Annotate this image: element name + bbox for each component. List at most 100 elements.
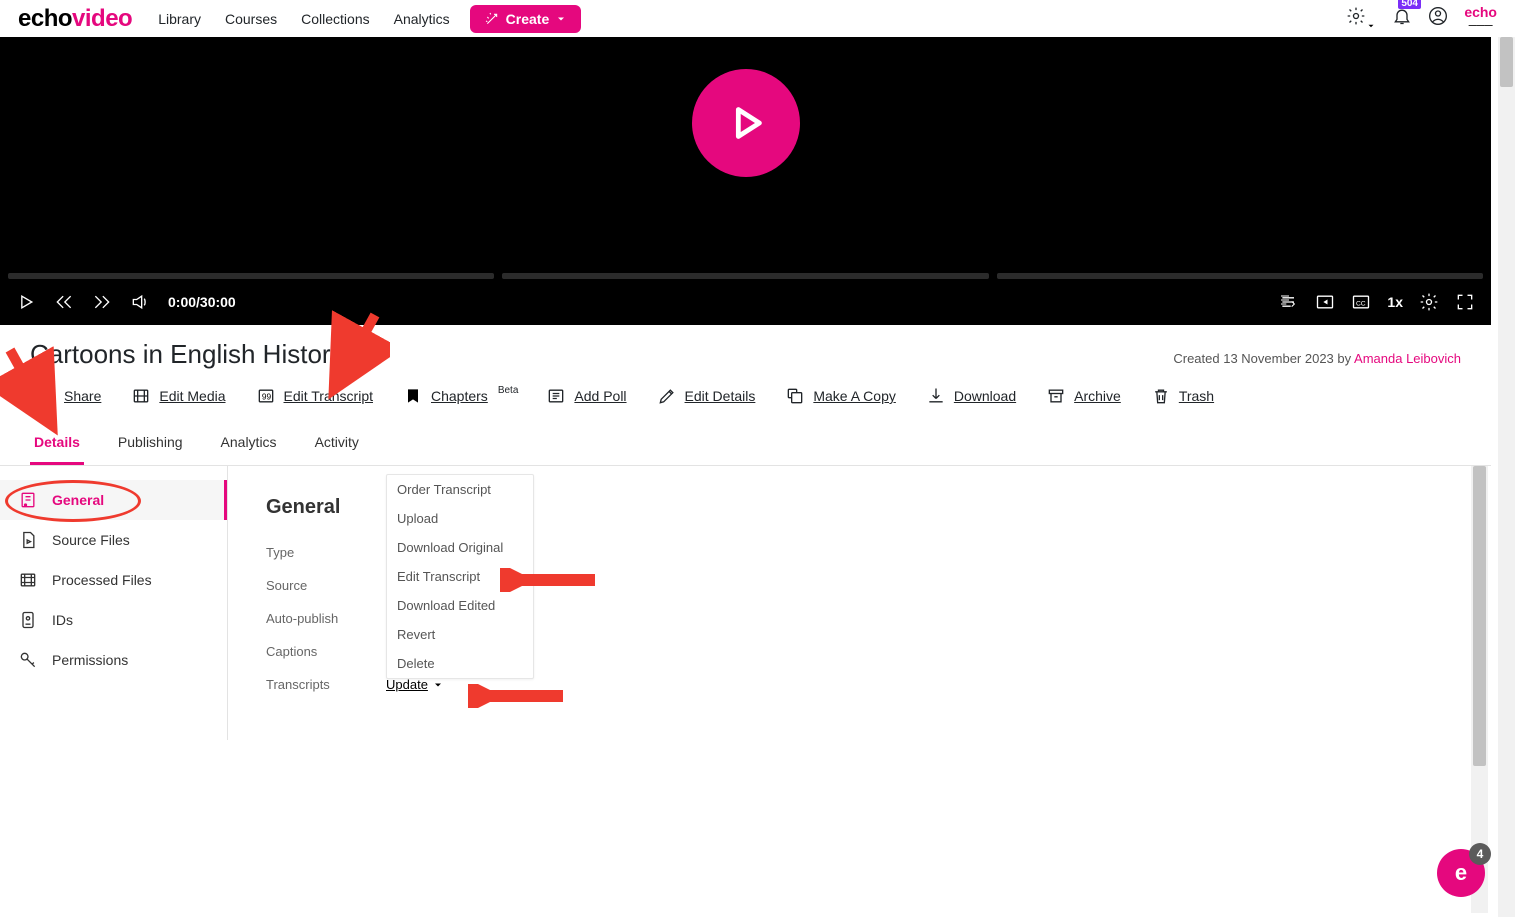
- edit-media-button[interactable]: Edit Media: [131, 386, 225, 406]
- title-bar: Cartoons in English History Created 13 N…: [0, 325, 1491, 374]
- chapters-button[interactable]: Chapters Beta: [403, 386, 516, 406]
- playlist-icon: [1279, 292, 1299, 312]
- field-autopublish-label: Auto-publish: [266, 611, 386, 626]
- pip-icon: [1315, 292, 1335, 312]
- pip-button[interactable]: [1315, 292, 1335, 312]
- play-icon: [723, 100, 769, 146]
- volume-icon: [130, 292, 150, 312]
- fullscreen-button[interactable]: [1455, 292, 1475, 312]
- field-transcripts-label: Transcripts: [266, 677, 386, 692]
- copy-icon: [785, 386, 805, 406]
- video-player: 0:00/30:00 CC 1x: [0, 37, 1491, 325]
- play-button[interactable]: [16, 292, 36, 312]
- archive-icon: [1046, 386, 1066, 406]
- forward-button[interactable]: [92, 292, 112, 312]
- chevron-down-icon: [432, 679, 444, 691]
- chat-count: 4: [1469, 843, 1491, 865]
- film-grid-icon: [18, 570, 38, 590]
- svg-text:99: 99: [261, 391, 271, 401]
- captions-button[interactable]: CC: [1351, 292, 1371, 312]
- id-icon: [18, 610, 38, 630]
- archive-button[interactable]: Archive: [1046, 386, 1121, 406]
- side-source-files[interactable]: Source Files: [0, 520, 227, 560]
- create-button[interactable]: Create: [470, 5, 582, 33]
- detail-tabs: Details Publishing Analytics Activity: [0, 424, 1491, 466]
- top-icons: 504 echo———: [1346, 6, 1497, 31]
- field-type-label: Type: [266, 545, 386, 560]
- media-title: Cartoons in English History: [30, 339, 344, 370]
- nav-collections[interactable]: Collections: [301, 11, 369, 27]
- gear-icon: [1346, 6, 1366, 26]
- menu-order-transcript[interactable]: Order Transcript: [387, 475, 533, 504]
- film-icon: [131, 386, 151, 406]
- volume-button[interactable]: [130, 292, 150, 312]
- caret-down-icon: [1366, 21, 1376, 31]
- account-button[interactable]: [1428, 6, 1448, 31]
- nav-links: Library Courses Collections Analytics: [158, 11, 449, 27]
- side-general-label: General: [52, 492, 104, 508]
- brand-badge[interactable]: echo———: [1464, 7, 1497, 30]
- nav-library[interactable]: Library: [158, 11, 201, 27]
- tab-publishing[interactable]: Publishing: [114, 424, 187, 465]
- field-captions-label: Captions: [266, 644, 386, 659]
- make-copy-button[interactable]: Make A Copy: [785, 386, 896, 406]
- edit-details-label: Edit Details: [685, 388, 756, 404]
- notifications-button[interactable]: 504: [1392, 6, 1412, 31]
- chapters-label: Chapters: [431, 388, 488, 404]
- file-video-icon: [18, 530, 38, 550]
- nav-courses[interactable]: Courses: [225, 11, 277, 27]
- tab-analytics[interactable]: Analytics: [217, 424, 281, 465]
- top-nav: echovideo Library Courses Collections An…: [0, 0, 1515, 37]
- side-general[interactable]: General: [0, 480, 227, 520]
- playlist-button[interactable]: [1279, 292, 1299, 312]
- menu-revert[interactable]: Revert: [387, 620, 533, 649]
- edit-details-button[interactable]: Edit Details: [657, 386, 756, 406]
- page-scrollbar[interactable]: [1498, 37, 1515, 917]
- menu-upload[interactable]: Upload: [387, 504, 533, 533]
- transcripts-update-button[interactable]: Update: [386, 677, 444, 692]
- menu-delete[interactable]: Delete: [387, 649, 533, 678]
- add-poll-button[interactable]: Add Poll: [546, 386, 626, 406]
- menu-download-original[interactable]: Download Original: [387, 533, 533, 562]
- side-ids-label: IDs: [52, 612, 73, 628]
- side-permissions[interactable]: Permissions: [0, 640, 227, 680]
- logo-part-1: echo: [18, 5, 72, 32]
- forward-icon: [92, 292, 112, 312]
- wand-icon: [484, 11, 500, 27]
- make-copy-label: Make A Copy: [813, 388, 896, 404]
- download-button[interactable]: Download: [926, 386, 1016, 406]
- details-sidebar: General Source Files Processed Files IDs…: [0, 466, 228, 740]
- user-circle-icon: [1428, 6, 1448, 26]
- update-label: Update: [386, 677, 428, 692]
- add-poll-label: Add Poll: [574, 388, 626, 404]
- chevron-down-icon: [555, 13, 567, 25]
- quality-button[interactable]: [1419, 292, 1439, 312]
- beta-badge: Beta: [498, 385, 519, 396]
- transcript-icon: 99: [256, 386, 276, 406]
- menu-download-edited[interactable]: Download Edited: [387, 591, 533, 620]
- nav-analytics[interactable]: Analytics: [394, 11, 450, 27]
- rewind-button[interactable]: [54, 292, 74, 312]
- notification-badge: 504: [1398, 0, 1421, 9]
- side-processed-files[interactable]: Processed Files: [0, 560, 227, 600]
- logo-part-2: video: [72, 5, 132, 32]
- chat-letter: e: [1455, 860, 1467, 886]
- author-link[interactable]: Amanda Leibovich: [1354, 351, 1461, 366]
- side-ids[interactable]: IDs: [0, 600, 227, 640]
- big-play-button[interactable]: [692, 69, 800, 177]
- logo[interactable]: echovideo: [18, 5, 132, 33]
- info-icon: [18, 490, 38, 510]
- settings-dropdown[interactable]: [1346, 6, 1376, 31]
- annotation-arrow-menu-edit: [500, 568, 600, 592]
- cc-icon: CC: [1351, 292, 1371, 312]
- tab-activity[interactable]: Activity: [311, 424, 363, 465]
- svg-text:CC: CC: [1356, 300, 1366, 307]
- create-label: Create: [506, 11, 550, 27]
- speed-button[interactable]: 1x: [1387, 294, 1403, 310]
- trash-button[interactable]: Trash: [1151, 386, 1214, 406]
- player-controls: 0:00/30:00 CC 1x: [0, 279, 1491, 325]
- bookmark-icon: [403, 386, 423, 406]
- download-icon: [926, 386, 946, 406]
- fullscreen-icon: [1455, 292, 1475, 312]
- chat-button[interactable]: e 4: [1437, 849, 1485, 897]
